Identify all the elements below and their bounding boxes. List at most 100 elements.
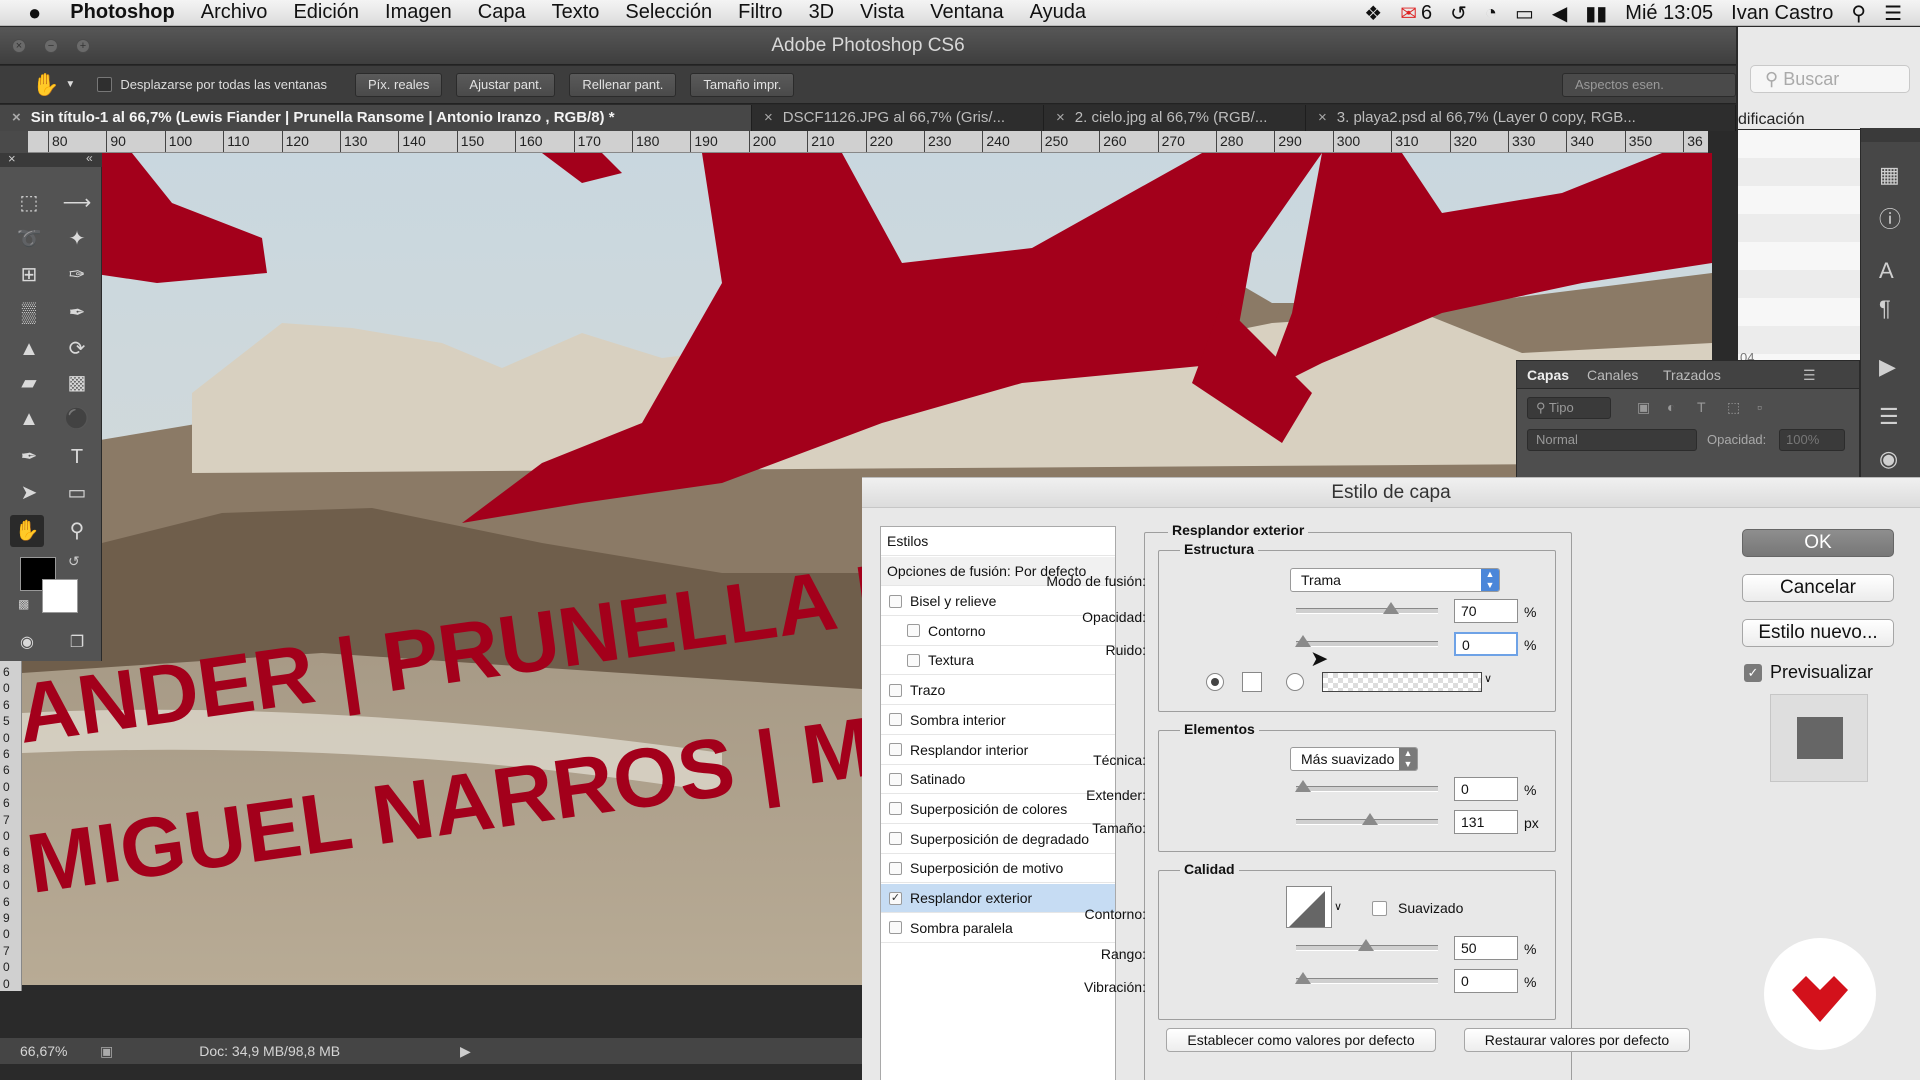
- ok-button[interactable]: OK: [1742, 529, 1894, 557]
- gradient-picker[interactable]: [1322, 672, 1482, 692]
- eyedropper-tool-icon[interactable]: ✑: [60, 259, 94, 291]
- filter-adjustment-icon[interactable]: ◐: [1667, 399, 1675, 415]
- notification-center-icon[interactable]: ☰: [1884, 1, 1902, 26]
- effect-checkbox[interactable]: [889, 832, 902, 846]
- airplay-icon[interactable]: ▭: [1515, 1, 1534, 26]
- move-tool-icon[interactable]: ⟶: [60, 187, 94, 219]
- menu-vista[interactable]: Vista: [847, 1, 917, 24]
- menu-filtro[interactable]: Filtro: [725, 1, 795, 24]
- blend-mode-select[interactable]: Normal: [1527, 429, 1697, 451]
- menu-capa[interactable]: Capa: [465, 1, 539, 24]
- preset-dropdown-icon[interactable]: ▼: [65, 79, 75, 90]
- brush-tool-icon[interactable]: ✒: [60, 297, 94, 329]
- jitter-slider[interactable]: [1295, 972, 1438, 984]
- search-field[interactable]: ⚲ Buscar: [1750, 65, 1910, 93]
- menu-archivo[interactable]: Archivo: [188, 1, 281, 24]
- mail-icon[interactable]: ✉: [1400, 1, 1417, 26]
- tab-channels[interactable]: Canales: [1587, 367, 1638, 383]
- history-brush-tool-icon[interactable]: ⟳: [60, 333, 94, 365]
- effect-checkbox[interactable]: [889, 683, 902, 697]
- gradient-tool-icon[interactable]: ▩: [60, 367, 94, 399]
- panel-menu-icon[interactable]: ☰: [1803, 367, 1816, 384]
- path-selection-tool-icon[interactable]: ➤: [12, 477, 46, 509]
- close-panel-icon[interactable]: ×: [8, 151, 16, 166]
- solid-color-radio[interactable]: [1206, 673, 1224, 691]
- preview-checkbox[interactable]: ✓: [1744, 664, 1762, 682]
- history-panel-icon[interactable]: ▦: [1879, 162, 1900, 188]
- hand-tool-icon[interactable]: ✋: [10, 515, 44, 547]
- slider-thumb[interactable]: [1295, 780, 1311, 792]
- dodge-tool-icon[interactable]: ⚫: [60, 403, 94, 435]
- workspace-selector[interactable]: Aspectos esen.: [1562, 72, 1736, 97]
- status-menu-icon[interactable]: ▶: [460, 1043, 471, 1060]
- effect-checkbox[interactable]: ✓: [889, 891, 902, 905]
- scroll-all-checkbox[interactable]: [97, 77, 113, 92]
- reset-default-button[interactable]: Restaurar valores por defecto: [1464, 1028, 1690, 1052]
- paragraph-panel-icon[interactable]: ¶: [1879, 296, 1891, 322]
- character-panel-icon[interactable]: A: [1879, 258, 1894, 284]
- tab-document-2[interactable]: × DSCF1126.JPG al 66,7% (Gris/...: [752, 105, 1044, 131]
- slider-thumb[interactable]: [1295, 635, 1311, 647]
- app-menu[interactable]: Photoshop: [54, 1, 187, 24]
- slider-thumb[interactable]: [1358, 939, 1374, 951]
- layer-kind-filter[interactable]: ⚲ Tipo: [1527, 397, 1611, 419]
- horizontal-ruler[interactable]: 80 90 100 110 120 130 140 150 160 170 180 190 200 210…: [28, 131, 1708, 153]
- range-slider[interactable]: [1296, 939, 1438, 951]
- close-tab-icon[interactable]: ×: [764, 109, 773, 126]
- make-default-button[interactable]: Establecer como valores por defecto: [1166, 1028, 1436, 1052]
- blur-tool-icon[interactable]: ▲: [12, 403, 46, 435]
- menu-texto[interactable]: Texto: [539, 1, 613, 24]
- apple-menu-icon[interactable]: ●: [0, 0, 54, 26]
- spotlight-icon[interactable]: ⚲: [1851, 1, 1866, 26]
- eraser-tool-icon[interactable]: ▰: [12, 367, 46, 399]
- lasso-tool-icon[interactable]: ➰: [12, 223, 46, 255]
- slider-thumb[interactable]: [1295, 972, 1311, 984]
- technique-dropdown[interactable]: Más suavizado ▲ ▼: [1290, 747, 1418, 771]
- tab-layers[interactable]: Capas: [1527, 367, 1569, 383]
- ruler-corner[interactable]: [0, 131, 28, 153]
- menu-imagen[interactable]: Imagen: [372, 1, 465, 24]
- actions-panel-icon[interactable]: ▶: [1879, 354, 1896, 380]
- effect-checkbox[interactable]: [889, 802, 902, 816]
- zoom-level[interactable]: 66,67%: [20, 1043, 100, 1059]
- filter-pixel-icon[interactable]: ▣: [1637, 399, 1650, 416]
- effect-checkbox[interactable]: [889, 772, 902, 786]
- layer-opacity-field[interactable]: 100%: [1779, 429, 1845, 451]
- fit-screen-button[interactable]: Ajustar pant.: [456, 72, 556, 97]
- effect-checkbox[interactable]: [907, 653, 920, 667]
- dialog-title[interactable]: Estilo de capa: [862, 478, 1920, 508]
- zoom-tool-icon[interactable]: ⚲: [60, 515, 94, 547]
- effect-checkbox[interactable]: [889, 921, 902, 935]
- effect-checkbox[interactable]: [889, 713, 902, 727]
- collapse-panel-icon[interactable]: «: [86, 151, 93, 165]
- wifi-icon[interactable]: ◔: [1485, 2, 1497, 25]
- volume-icon[interactable]: ◀: [1552, 1, 1567, 26]
- minimize-window-icon[interactable]: −: [44, 39, 58, 53]
- menu-ventana[interactable]: Ventana: [917, 1, 1016, 24]
- menu-edicion[interactable]: Edición: [280, 1, 372, 24]
- clock[interactable]: Mié 13:05: [1625, 2, 1713, 25]
- layers-panel-icon[interactable]: ☰: [1879, 404, 1899, 430]
- new-style-button[interactable]: Estilo nuevo...: [1742, 619, 1894, 647]
- effect-item-3[interactable]: Trazo: [881, 676, 1115, 706]
- gradient-dropdown-icon[interactable]: ∨: [1484, 672, 1492, 685]
- effect-checkbox[interactable]: [889, 743, 902, 756]
- default-colors-icon[interactable]: ▩: [18, 597, 29, 611]
- contour-dropdown-icon[interactable]: ∨: [1334, 900, 1342, 913]
- filter-shape-icon[interactable]: ⬚: [1727, 399, 1740, 416]
- menu-3d[interactable]: 3D: [796, 1, 848, 24]
- type-tool-icon[interactable]: T: [60, 441, 94, 473]
- opacity-slider[interactable]: [1296, 602, 1438, 614]
- rectangle-tool-icon[interactable]: ▭: [60, 477, 94, 509]
- glow-color-swatch[interactable]: [1242, 672, 1262, 692]
- print-size-button[interactable]: Tamaño impr.: [690, 72, 795, 97]
- time-machine-icon[interactable]: ↺: [1450, 1, 1467, 26]
- pen-tool-icon[interactable]: ✒: [12, 441, 46, 473]
- spread-field[interactable]: 0: [1454, 777, 1518, 801]
- gradient-radio[interactable]: [1286, 673, 1304, 691]
- strip-header[interactable]: [1861, 128, 1920, 142]
- close-tab-icon[interactable]: ×: [1318, 109, 1327, 126]
- marquee-tool-icon[interactable]: ⬚: [12, 187, 46, 219]
- close-tab-icon[interactable]: ×: [12, 109, 21, 126]
- styles-header[interactable]: Estilos: [881, 527, 1115, 556]
